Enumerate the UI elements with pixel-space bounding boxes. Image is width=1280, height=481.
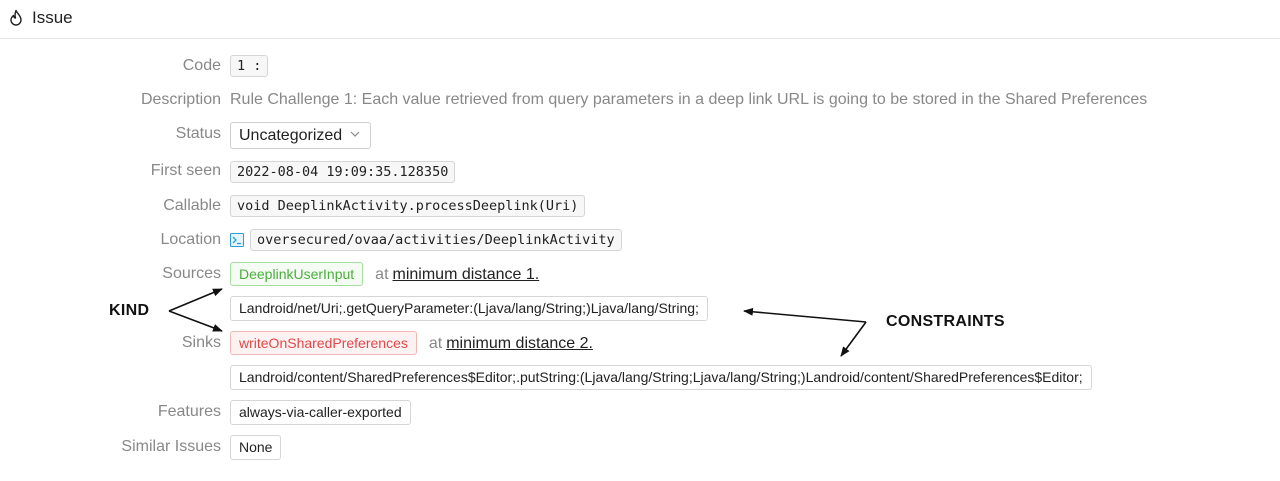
sink-constraint-row: Landroid/content/SharedPreferences$Edito… bbox=[230, 365, 1092, 390]
terminal-icon[interactable] bbox=[230, 232, 244, 247]
first-seen-value: 2022-08-04 19:09:35.128350 bbox=[230, 161, 456, 183]
kind-arrows bbox=[168, 288, 223, 332]
callable-label: Callable bbox=[163, 197, 221, 214]
sink-row: writeOnSharedPreferences at minimum distan… bbox=[230, 331, 593, 355]
source-constraint-row: Landroid/net/Uri;.getQueryParameter:(Lja… bbox=[230, 296, 708, 321]
features-value: always-via-caller-exported bbox=[230, 400, 411, 425]
sources-label: Sources bbox=[162, 265, 221, 282]
constraints-annotation: CONSTRAINTS bbox=[886, 313, 1005, 330]
source-kind-badge[interactable]: DeeplinkUserInput bbox=[230, 262, 364, 286]
source-row: DeeplinkUserInput at minimum distance 1. bbox=[230, 262, 539, 286]
source-constraint: Landroid/net/Uri;.getQueryParameter:(Lja… bbox=[230, 296, 708, 321]
source-distance-link[interactable]: minimum distance 1. bbox=[393, 266, 540, 283]
flame-icon bbox=[10, 9, 22, 26]
issue-header: Issue bbox=[0, 0, 1280, 39]
similar-issues-chip: None bbox=[230, 435, 282, 460]
code-value: 1 : bbox=[230, 55, 269, 77]
similar-issues-value: None bbox=[230, 435, 282, 460]
callable-value: void DeeplinkActivity.processDeeplink(Ur… bbox=[230, 195, 586, 217]
sink-at-text: at bbox=[428, 335, 443, 352]
kind-annotation: KIND bbox=[109, 302, 150, 319]
description-label: Description bbox=[140, 91, 221, 108]
first-seen-chip: 2022-08-04 19:09:35.128350 bbox=[230, 161, 456, 183]
similar-issues-label: Similar Issues bbox=[121, 438, 221, 455]
page-title: Issue bbox=[32, 8, 73, 27]
location-label: Location bbox=[160, 231, 222, 248]
code-chip: 1 : bbox=[230, 55, 269, 77]
sink-distance-link[interactable]: minimum distance 2. bbox=[446, 335, 593, 352]
location-chip[interactable]: oversecured/ovaa/activities/DeeplinkActi… bbox=[250, 229, 622, 251]
code-label: Code bbox=[182, 57, 221, 74]
callable-chip: void DeeplinkActivity.processDeeplink(Ur… bbox=[230, 195, 586, 217]
sinks-label: Sinks bbox=[181, 334, 221, 351]
features-label: Features bbox=[157, 403, 221, 420]
description-value: Rule Challenge 1: Each value retrieved f… bbox=[230, 91, 1148, 108]
chevron-down-icon bbox=[350, 131, 360, 137]
status-select-value: Uncategorized bbox=[239, 127, 343, 144]
first-seen-label: First seen bbox=[150, 162, 221, 179]
constraints-arrows bbox=[743, 307, 867, 357]
status-label: Status bbox=[175, 125, 221, 142]
sink-kind-badge[interactable]: writeOnSharedPreferences bbox=[230, 331, 417, 355]
location-value: oversecured/ovaa/activities/DeeplinkActi… bbox=[230, 229, 622, 251]
sink-constraint: Landroid/content/SharedPreferences$Edito… bbox=[230, 365, 1092, 390]
status-field: Uncategorized bbox=[230, 122, 372, 149]
feature-chip: always-via-caller-exported bbox=[230, 400, 411, 425]
status-select[interactable]: Uncategorized bbox=[230, 122, 372, 149]
source-at-text: at bbox=[375, 266, 389, 283]
